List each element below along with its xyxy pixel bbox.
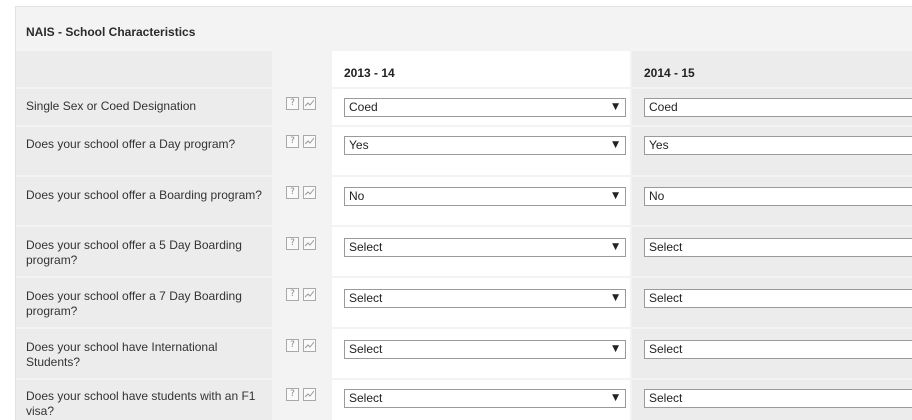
year1-select[interactable]: No ▼ <box>344 187 626 206</box>
table-row: Does your school offer a Day program? ? … <box>16 127 912 175</box>
selected-value: Select <box>349 391 383 405</box>
table-row: Does your school offer a Boarding progra… <box>16 177 912 225</box>
year2-select[interactable]: No▼ <box>644 187 912 206</box>
selected-value: Select <box>649 291 683 305</box>
header-year2-cell: 2014 - 15 <box>632 51 912 87</box>
panel-title: NAIS - School Characteristics <box>26 25 196 39</box>
selected-value: Coed <box>649 100 678 114</box>
selected-value: Select <box>649 240 683 254</box>
header-row: 2013 - 14 2014 - 15 <box>16 51 912 87</box>
chart-icon[interactable] <box>303 288 316 301</box>
help-icon[interactable]: ? <box>286 288 299 301</box>
selected-value: Select <box>649 342 683 356</box>
year2-select[interactable]: Select▼ <box>644 238 912 257</box>
help-icon[interactable]: ? <box>286 97 299 110</box>
dropdown-arrow-icon: ▼ <box>612 393 619 403</box>
column-header-2013-14: 2013 - 14 <box>344 66 395 80</box>
chart-icon[interactable] <box>303 135 316 148</box>
selected-value: Yes <box>349 138 369 152</box>
help-icon[interactable]: ? <box>286 339 299 352</box>
row-label: Single Sex or Coed Designation <box>26 99 197 113</box>
table-row: Single Sex or Coed Designation ? Coed ▼ C… <box>16 89 912 125</box>
header-year1-cell: 2013 - 14 <box>332 51 630 87</box>
year2-select[interactable]: Select▼ <box>644 340 912 359</box>
year1-select[interactable]: Select ▼ <box>344 238 626 257</box>
column-header-2014-15: 2014 - 15 <box>644 66 695 80</box>
selected-value: No <box>349 189 365 203</box>
chart-icon[interactable] <box>303 186 316 199</box>
year1-select[interactable]: Yes ▼ <box>344 136 626 155</box>
selected-value: Coed <box>349 100 378 114</box>
year1-select[interactable]: Select ▼ <box>344 389 626 408</box>
dropdown-arrow-icon: ▼ <box>612 102 619 112</box>
row-label: Does your school offer a 7 Day Boarding … <box>26 289 242 318</box>
table-row: Does your school offer a 5 Day Boarding … <box>16 227 912 276</box>
row-label: Does your school have International Stud… <box>26 340 218 369</box>
year2-select[interactable]: Yes▼ <box>644 136 912 155</box>
year2-select[interactable]: Select▼ <box>644 289 912 308</box>
dropdown-arrow-icon: ▼ <box>612 344 619 354</box>
row-label: Does your school offer a Boarding progra… <box>26 188 262 202</box>
chart-icon[interactable] <box>303 237 316 250</box>
chart-icon[interactable] <box>303 388 316 401</box>
selected-value: Select <box>349 342 383 356</box>
year2-select[interactable]: Select▼ <box>644 389 912 408</box>
help-icon[interactable]: ? <box>286 237 299 250</box>
chart-icon[interactable] <box>303 97 316 110</box>
year1-select[interactable]: Select ▼ <box>344 340 626 359</box>
table-row: Does your school offer a 7 Day Boarding … <box>16 278 912 327</box>
dropdown-arrow-icon: ▼ <box>612 191 619 201</box>
year2-select[interactable]: Coed▼ <box>644 98 912 117</box>
chart-icon[interactable] <box>303 339 316 352</box>
selected-value: Yes <box>649 138 669 152</box>
row-label: Does your school have students with an F… <box>26 389 256 418</box>
school-characteristics-panel: NAIS - School Characteristics 2013 - 14 … <box>15 6 912 420</box>
table-row: Does your school have students with an F… <box>16 380 912 420</box>
year1-select[interactable]: Coed ▼ <box>344 98 626 117</box>
dropdown-arrow-icon: ▼ <box>612 242 619 252</box>
row-label: Does your school offer a Day program? <box>26 137 236 151</box>
selected-value: Select <box>349 291 383 305</box>
selected-value: No <box>649 189 665 203</box>
selected-value: Select <box>649 391 683 405</box>
help-icon[interactable]: ? <box>286 388 299 401</box>
help-icon[interactable]: ? <box>286 135 299 148</box>
row-label: Does your school offer a 5 Day Boarding … <box>26 238 242 267</box>
dropdown-arrow-icon: ▼ <box>612 293 619 303</box>
help-icon[interactable]: ? <box>286 186 299 199</box>
table-row: Does your school have International Stud… <box>16 329 912 378</box>
selected-value: Select <box>349 240 383 254</box>
dropdown-arrow-icon: ▼ <box>612 140 619 150</box>
header-label-cell <box>16 51 272 87</box>
year1-select[interactable]: Select ▼ <box>344 289 626 308</box>
